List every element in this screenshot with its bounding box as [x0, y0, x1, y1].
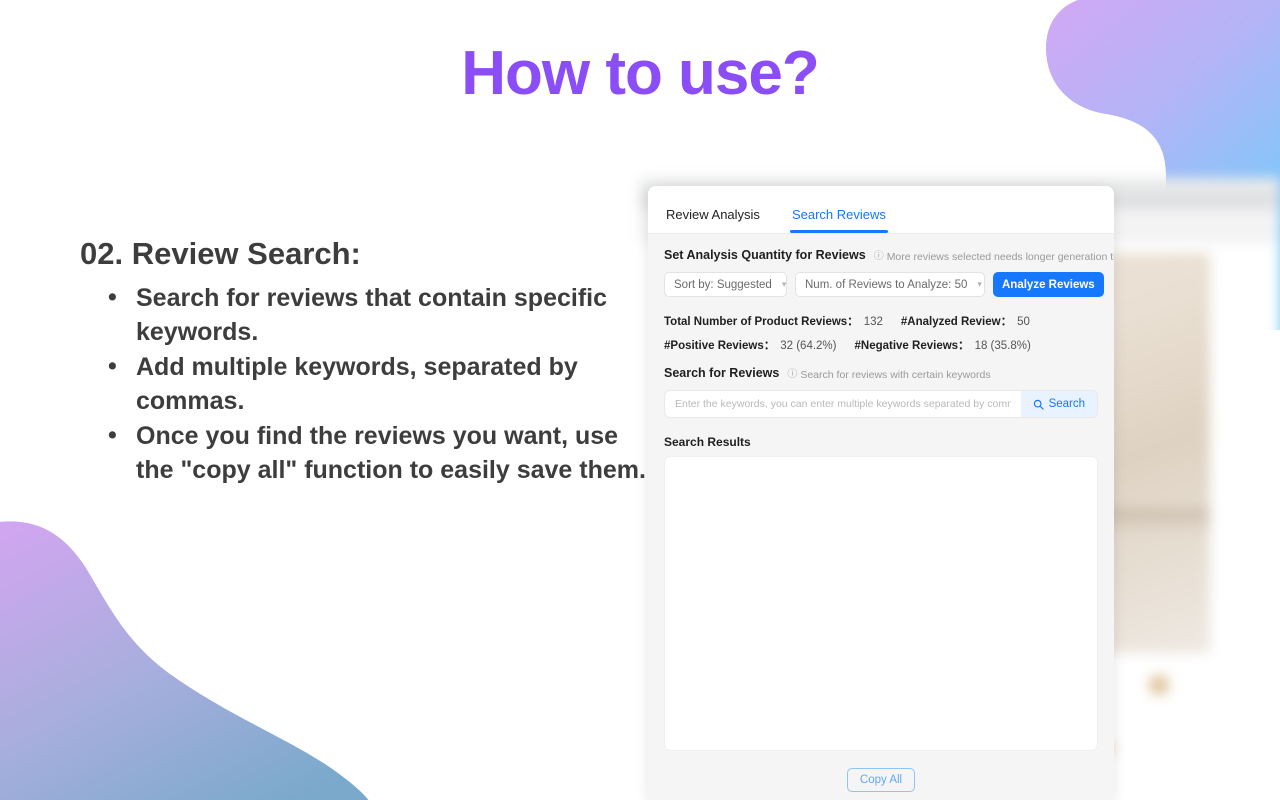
search-input[interactable] [665, 391, 1021, 417]
search-button[interactable]: Search [1020, 391, 1097, 417]
stats-row-totals: Total Number of Product Reviews： 132 #An… [664, 313, 1098, 329]
analyzed-reviews-label: #Analyzed Review： [900, 316, 1013, 328]
positive-reviews-label: #Positive Reviews： [664, 340, 776, 352]
num-reviews-select[interactable]: Num. of Reviews to Analyze: 50 ▾ [795, 272, 985, 297]
list-item: Add multiple keywords, separated by comm… [80, 349, 650, 418]
chevron-down-icon: ▾ [781, 279, 787, 289]
analysis-hint-text: More reviews selected needs longer gener… [886, 251, 1114, 263]
chevron-down-icon: ▾ [977, 279, 982, 289]
tab-search-reviews[interactable]: Search Reviews [789, 207, 888, 233]
analyzed-reviews-value: 50 [1017, 316, 1030, 328]
search-section-hint: ⓘ Search for reviews with certain keywor… [787, 369, 990, 381]
num-reviews-value: 50 [954, 278, 968, 291]
copy-all-button[interactable]: Copy All [846, 768, 916, 792]
list-item: Once you find the reviews you want, use … [80, 418, 650, 487]
total-reviews-value: 132 [863, 316, 883, 328]
analysis-section-hint: ⓘ More reviews selected needs longer gen… [874, 251, 1114, 263]
search-section-title: Search for Reviews [664, 366, 780, 380]
search-hint-text: Search for reviews with certain keywords [800, 369, 991, 381]
analyze-reviews-button[interactable]: Analyze Reviews [993, 272, 1104, 297]
negative-reviews-label: #Negative Reviews： [854, 340, 970, 352]
analysis-controls-row: Sort by: Suggested ▾ Num. of Reviews to … [664, 272, 1104, 297]
step-heading: 02. Review Search: [80, 236, 361, 271]
analysis-section-header: Set Analysis Quantity for Reviews ⓘ More… [664, 248, 1114, 263]
search-icon [1033, 399, 1044, 410]
search-row: Search [664, 390, 1098, 418]
copy-all-row: Copy All [664, 768, 1098, 792]
bottom-left-gradient-blob [0, 521, 369, 800]
stats-row-sentiment: #Positive Reviews： 32 (64.2%) #Negative … [664, 337, 1098, 353]
num-reviews-label: Num. of Reviews to Analyze: [805, 278, 952, 291]
search-results-box[interactable] [664, 456, 1098, 751]
info-circle-icon: ⓘ [787, 369, 798, 380]
instruction-list: Search for reviews that contain specific… [80, 280, 650, 487]
list-item: Search for reviews that contain specific… [80, 280, 650, 349]
analysis-section-title: Set Analysis Quantity for Reviews [664, 248, 866, 262]
sort-by-select[interactable]: Sort by: Suggested ▾ [664, 272, 787, 297]
page-title: How to use? [461, 39, 820, 108]
panel-body: Set Analysis Quantity for Reviews ⓘ More… [648, 234, 1114, 792]
review-extension-panel: Review Analysis Search Reviews Set Analy… [648, 186, 1114, 800]
negative-reviews-value: 18 (35.8%) [974, 340, 1031, 352]
search-section-header: Search for Reviews ⓘ Search for reviews … [664, 366, 1098, 381]
panel-tab-bar: Review Analysis Search Reviews [648, 186, 1114, 234]
total-reviews-label: Total Number of Product Reviews： [664, 316, 859, 328]
search-results-title: Search Results [664, 435, 751, 449]
search-button-label: Search [1048, 398, 1085, 410]
positive-reviews-value: 32 (64.2%) [780, 340, 837, 352]
info-circle-icon: ⓘ [873, 251, 884, 262]
sort-by-value: Sort by: Suggested [674, 278, 772, 291]
review-stats: Total Number of Product Reviews： 132 #An… [664, 313, 1098, 353]
tab-review-analysis[interactable]: Review Analysis [664, 207, 762, 233]
slide-content: 02. Review Search: Search for reviews th… [80, 236, 650, 488]
num-reviews-text: Num. of Reviews to Analyze: 50 [805, 279, 967, 291]
